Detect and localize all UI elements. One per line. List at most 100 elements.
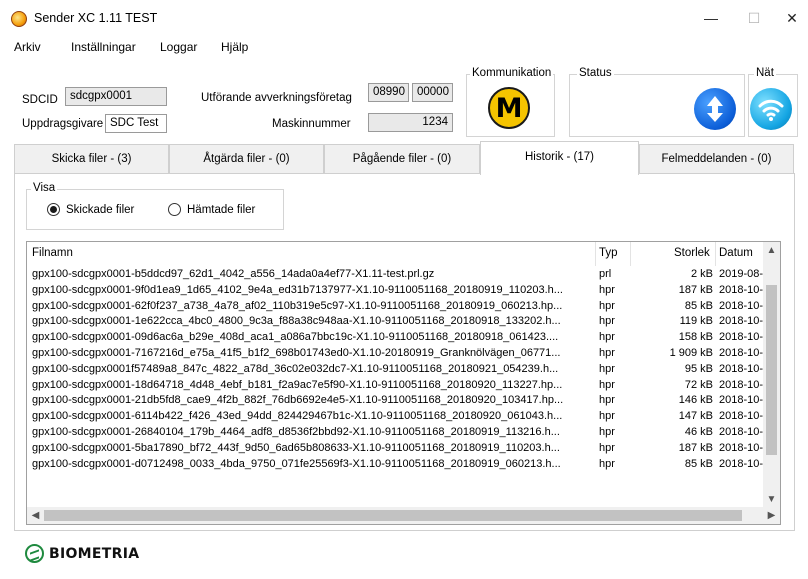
menu-loggar[interactable]: Loggar	[160, 40, 197, 54]
cell-filnamn: gpx100-sdcgpx0001-b5ddcd97_62d1_4042_a55…	[32, 268, 435, 280]
radio-skickade-filer[interactable]: Skickade filer	[47, 203, 134, 216]
minimize-button[interactable]: —	[701, 8, 721, 28]
table-row[interactable]: gpx100-sdcgpx0001-18d64718_4d48_4ebf_b18…	[27, 378, 764, 394]
table-row[interactable]: gpx100-sdcgpx0001-09d6ac6a_b29e_408d_aca…	[27, 330, 764, 346]
horizontal-scroll-thumb[interactable]	[44, 510, 742, 521]
cell-typ: hpr	[599, 378, 615, 391]
cell-datum: 2018-10-25	[719, 346, 764, 359]
close-button[interactable]: ✕	[782, 8, 802, 28]
scroll-left-icon[interactable]: ◀	[27, 507, 44, 524]
cell-datum: 2018-10-25	[719, 299, 764, 312]
cell-datum: 2019-08-16 0	[719, 268, 764, 280]
table-row[interactable]: gpx100-sdcgpx0001-d0712498_0033_4bda_975…	[27, 457, 764, 473]
cell-datum: 2018-10-25	[719, 425, 764, 438]
cell-datum: 2018-10-25	[719, 362, 764, 375]
list-header: Filnamn Typ Storlek Datum	[27, 242, 764, 266]
cell-datum: 2018-10-25	[719, 315, 764, 328]
biometria-logo-text: BIOMETRIA	[49, 545, 140, 562]
column-filnamn[interactable]: Filnamn	[32, 247, 73, 259]
radio-hamtade-filer[interactable]: Hämtade filer	[168, 203, 255, 216]
cell-filnamn: gpx100-sdcgpx0001-5ba17890_bf72_443f_9d5…	[32, 441, 560, 454]
tab-atgarda-filer[interactable]: Åtgärda filer - (0)	[169, 144, 324, 174]
table-row[interactable]: gpx100-sdcgpx0001-5ba17890_bf72_443f_9d5…	[27, 441, 764, 457]
menu-arkiv[interactable]: Arkiv	[14, 40, 41, 54]
cell-storlek: 46 kB	[684, 425, 713, 438]
cell-filnamn: gpx100-sdcgpx0001-21db5fd8_cae9_4f2b_882…	[32, 394, 564, 407]
tab-felmeddelanden[interactable]: Felmeddelanden - (0)	[639, 144, 794, 174]
cell-typ: hpr	[599, 331, 615, 344]
cell-filnamn: gpx100-sdcgpx0001-1e622cca_4bc0_4800_9c3…	[32, 315, 561, 328]
cell-datum: 2018-10-25	[719, 378, 764, 391]
sdcid-field[interactable]: sdcgpx0001	[65, 87, 167, 106]
table-row[interactable]: gpx100-sdcgpx0001-21db5fd8_cae9_4f2b_882…	[27, 393, 764, 409]
cell-storlek: 187 kB	[678, 441, 713, 454]
uppdragsgivare-field[interactable]: SDC Test	[105, 114, 167, 133]
cell-typ: hpr	[599, 346, 615, 359]
column-separator[interactable]	[715, 242, 716, 266]
cell-filnamn: gpx100-sdcgpx0001-62f0f237_a738_4a78_af0…	[32, 299, 563, 312]
cell-typ: hpr	[599, 299, 615, 312]
cell-storlek: 1 909 kB	[669, 346, 713, 359]
table-row[interactable]: gpx100-sdcgpx0001-b5ddcd97_62d1_4042_a55…	[27, 267, 764, 283]
vertical-scrollbar[interactable]: ▲ ▼	[763, 242, 780, 508]
table-row[interactable]: gpx100-sdcgpx0001-6114b422_f426_43ed_94d…	[27, 409, 764, 425]
table-row[interactable]: gpx100-sdcgpx0001f57489a8_847c_4822_a78d…	[27, 362, 764, 378]
tab-bar: Skicka filer - (3) Åtgärda filer - (0) P…	[14, 141, 794, 175]
cell-typ: prl	[599, 268, 612, 280]
cell-typ: hpr	[599, 394, 615, 407]
cell-storlek: 158 kB	[678, 331, 713, 344]
cell-storlek: 2 kB	[690, 268, 713, 280]
cell-storlek: 187 kB	[678, 283, 713, 296]
tab-pagaende-filer[interactable]: Pågående filer - (0)	[324, 144, 480, 174]
menu-installningar[interactable]: Inställningar	[71, 40, 136, 54]
table-row[interactable]: gpx100-sdcgpx0001-62f0f237_a738_4a78_af0…	[27, 299, 764, 315]
radio-skickade-label: Skickade filer	[66, 203, 135, 216]
file-history-list[interactable]: Filnamn Typ Storlek Datum gpx100-sdcgpx0…	[26, 241, 781, 525]
utforande-code2-field[interactable]: 00000	[412, 83, 453, 102]
column-typ[interactable]: Typ	[599, 247, 618, 259]
cell-filnamn: gpx100-sdcgpx0001-18d64718_4d48_4ebf_b18…	[32, 378, 563, 391]
scroll-right-icon[interactable]: ▶	[763, 507, 780, 524]
nat-label: Nät	[754, 67, 776, 79]
scroll-up-icon[interactable]: ▲	[763, 242, 780, 259]
utforande-label: Utförande avverkningsföretag	[201, 92, 352, 104]
table-row[interactable]: gpx100-sdcgpx0001-7167216d_e75a_41f5_b1f…	[27, 346, 764, 362]
cell-storlek: 85 kB	[684, 299, 713, 312]
cell-datum: 2018-10-25	[719, 331, 764, 344]
cell-datum: 2018-10-25	[719, 394, 764, 407]
tab-skicka-filer[interactable]: Skicka filer - (3)	[14, 144, 169, 174]
maskinnummer-field[interactable]: 1234	[368, 113, 453, 132]
table-row[interactable]: gpx100-sdcgpx0001-9f0d1ea9_1d65_4102_9e4…	[27, 283, 764, 299]
cell-typ: hpr	[599, 283, 615, 296]
cell-datum: 2018-10-25	[719, 283, 764, 296]
status-label: Status	[577, 67, 614, 79]
column-separator[interactable]	[595, 242, 596, 266]
cell-datum: 2018-10-25	[719, 410, 764, 423]
horizontal-scrollbar[interactable]: ◀ ▶	[27, 507, 780, 524]
cell-storlek: 147 kB	[678, 410, 713, 423]
title-bar: Sender XC 1.11 TEST — ☐ ✕	[0, 0, 808, 36]
biometria-logo-icon	[25, 544, 44, 563]
network-wifi-icon	[750, 88, 792, 130]
cell-filnamn: gpx100-sdcgpx0001-6114b422_f426_43ed_94d…	[32, 410, 563, 423]
column-separator[interactable]	[630, 242, 631, 266]
tab-historik[interactable]: Historik - (17)	[480, 141, 639, 175]
cell-filnamn: gpx100-sdcgpx0001-d0712498_0033_4bda_975…	[32, 457, 561, 470]
menu-hjalp[interactable]: Hjälp	[221, 40, 248, 54]
cell-datum: 2018-10-25	[719, 457, 764, 470]
column-datum[interactable]: Datum	[719, 247, 753, 259]
cell-typ: hpr	[599, 441, 615, 454]
cell-storlek: 119 kB	[679, 315, 713, 328]
cell-typ: hpr	[599, 362, 615, 375]
table-row[interactable]: gpx100-sdcgpx0001-1e622cca_4bc0_4800_9c3…	[27, 314, 764, 330]
utforande-code1-field[interactable]: 08990	[368, 83, 409, 102]
maximize-button[interactable]: ☐	[744, 8, 764, 28]
cell-filnamn: gpx100-sdcgpx0001-26840104_179b_4464_adf…	[32, 425, 560, 438]
cell-datum: 2018-10-25	[719, 441, 764, 454]
vertical-scroll-thumb[interactable]	[766, 285, 777, 455]
sdcid-label: SDCID	[22, 94, 58, 106]
kommunikation-label: Kommunikation	[470, 67, 554, 79]
table-row[interactable]: gpx100-sdcgpx0001-26840104_179b_4464_adf…	[27, 425, 764, 441]
column-storlek[interactable]: Storlek	[674, 247, 710, 259]
scroll-down-icon[interactable]: ▼	[763, 491, 780, 508]
